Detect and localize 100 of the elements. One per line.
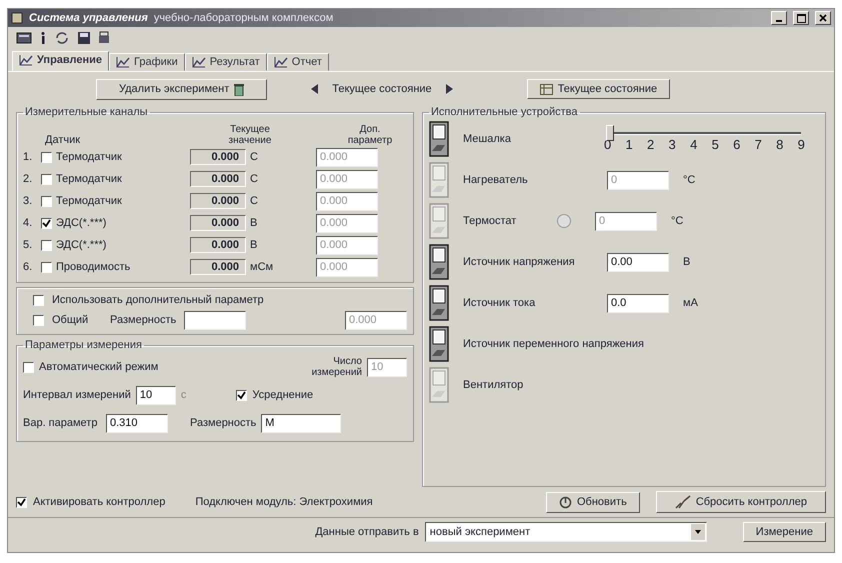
chart-icon: [274, 56, 288, 68]
tick-label: 3: [668, 137, 676, 152]
tick-label: 5: [712, 137, 719, 152]
tick-label: 8: [776, 137, 784, 152]
unit-field[interactable]: М: [261, 414, 342, 432]
status-text: Подключен модуль: Электрохимия: [195, 496, 373, 508]
table-icon: [540, 84, 553, 94]
group-title: Исполнительные устройства: [430, 106, 579, 118]
close-icon: [819, 14, 827, 22]
checkbox-label: Активировать контроллер: [33, 496, 166, 508]
device-label: Источник переменного напряжения: [463, 338, 644, 350]
chart-icon: [192, 56, 206, 68]
tab[interactable]: Управление: [12, 51, 110, 71]
unit-label: °С: [671, 215, 684, 227]
unit-label: С: [250, 195, 259, 207]
previous-arrow-icon[interactable]: [311, 84, 318, 94]
printer-icon[interactable]: [98, 31, 110, 45]
state-button[interactable]: Текущее состояние: [526, 79, 670, 99]
switch-icon[interactable]: [429, 367, 449, 403]
checkbox[interactable]: [16, 496, 27, 508]
measure-button[interactable]: Измерение: [742, 522, 826, 542]
tick-label: 9: [798, 137, 805, 152]
unit-label: В: [250, 239, 258, 251]
minimize-button[interactable]: [771, 11, 787, 25]
checkbox[interactable]: [33, 314, 44, 326]
row-number: 3.: [23, 195, 34, 207]
value-readout: 0.000: [190, 193, 246, 209]
maximize-icon: [796, 14, 806, 22]
column-header: Доп. параметр: [346, 124, 394, 146]
close-button[interactable]: [815, 11, 831, 25]
value-field[interactable]: 0.00: [607, 252, 669, 272]
checkbox[interactable]: [41, 152, 52, 162]
row-number: 5.: [23, 239, 34, 251]
unit-label: мСм: [250, 261, 274, 273]
field-label: Интервал измерений: [23, 389, 131, 401]
save-icon[interactable]: [77, 31, 91, 45]
unit-field[interactable]: [184, 310, 246, 330]
field-label: Размерность: [110, 314, 176, 326]
unit-label: °С: [683, 174, 696, 186]
next-arrow-icon[interactable]: [446, 84, 453, 94]
app-icon: [11, 12, 23, 24]
maximize-button[interactable]: [793, 11, 809, 25]
card-icon[interactable]: [16, 31, 32, 45]
device-label: Мешалка: [463, 133, 512, 145]
unit-label: В: [683, 256, 692, 268]
nav-label: Текущее состояние: [332, 83, 432, 95]
checkbox[interactable]: [236, 390, 248, 400]
tab[interactable]: Отчет: [266, 53, 329, 71]
unit-label: В: [250, 217, 258, 229]
unit-label: мА: [683, 297, 699, 309]
interval-field[interactable]: 10: [136, 386, 176, 404]
window-title: Система управления: [29, 12, 148, 24]
value-field[interactable]: 0.0: [607, 294, 669, 312]
row-number: 1.: [23, 151, 34, 163]
checkbox[interactable]: [41, 262, 52, 272]
device-label: Источник тока: [463, 297, 536, 309]
value-readout: 0.000: [190, 237, 246, 253]
checkbox[interactable]: [23, 362, 34, 372]
value-readout: 0.000: [190, 171, 246, 187]
tick-label: 1: [626, 137, 633, 152]
slider-thumb[interactable]: [606, 125, 614, 141]
column-header: Датчик: [44, 134, 82, 146]
unit-label: с: [180, 389, 186, 401]
checkbox[interactable]: [41, 196, 52, 206]
info-icon[interactable]: [39, 31, 47, 45]
checkbox-label: Использовать дополнительный параметр: [52, 294, 264, 306]
column-header: Текущее значение: [228, 124, 272, 146]
tab[interactable]: Результат: [184, 53, 267, 71]
checkbox[interactable]: [41, 218, 52, 228]
checkbox[interactable]: [41, 174, 52, 184]
checkbox[interactable]: [33, 294, 44, 306]
refresh-icon[interactable]: [54, 31, 70, 45]
reset-button[interactable]: Сбросить контроллер: [656, 491, 826, 513]
device-label: Нагреватель: [463, 174, 529, 186]
switch-icon[interactable]: [429, 121, 449, 157]
switch-icon[interactable]: [429, 244, 449, 280]
switch-icon[interactable]: [429, 326, 449, 362]
device-label: Вентилятор: [463, 379, 524, 391]
sensor-name: ЭДС(*.***): [56, 217, 108, 229]
value-readout: 0.000: [190, 259, 246, 275]
unit-label: С: [250, 173, 259, 185]
refresh-button[interactable]: Обновить: [546, 492, 640, 512]
delete-button[interactable]: Удалить эксперимент: [96, 78, 268, 100]
switch-icon[interactable]: [429, 285, 449, 321]
variable-field[interactable]: 0.310: [106, 414, 168, 432]
field-label: Данные отправить в: [315, 526, 419, 538]
tab[interactable]: Графики: [109, 53, 185, 71]
group-title: Измерительные каналы: [24, 106, 149, 118]
sensor-name: ЭДС(*.***): [56, 239, 108, 251]
row-number: 2.: [23, 173, 34, 185]
window-subtitle: учебно-лабораторным комплексом: [154, 12, 334, 24]
target-dropdown[interactable]: новый эксперимент: [424, 522, 707, 542]
checkbox[interactable]: [41, 240, 52, 250]
field-label: Число измерений: [310, 356, 362, 378]
sensor-name: Термодатчик: [56, 173, 123, 185]
chart-icon: [116, 56, 130, 68]
row-number: 4.: [23, 217, 34, 229]
tick-label: 2: [647, 137, 654, 152]
checkbox-label: Усреднение: [252, 389, 314, 401]
group-title: Параметры измерения: [24, 339, 143, 351]
